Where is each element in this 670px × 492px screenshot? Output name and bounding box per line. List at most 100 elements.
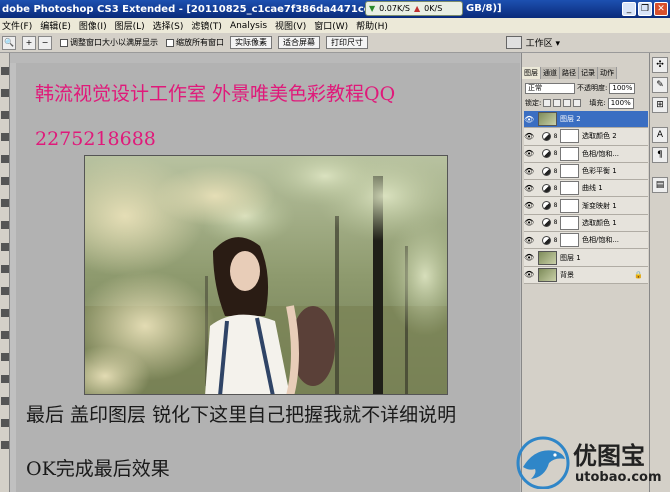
tool-icon[interactable]: [1, 441, 9, 449]
minimize-button[interactable]: _: [622, 2, 636, 16]
visibility-eye-icon[interactable]: 👁: [524, 167, 534, 176]
menu-item[interactable]: 视图(V): [275, 19, 306, 32]
visibility-eye-icon[interactable]: 👁: [524, 132, 534, 141]
menu-item[interactable]: 图层(L): [115, 19, 145, 32]
layer-row[interactable]: 👁 8 选取颜色 1: [524, 214, 648, 233]
lock-all-icon[interactable]: [573, 99, 582, 107]
tool-icon[interactable]: [1, 177, 9, 185]
restore-button[interactable]: ❐: [638, 2, 652, 16]
layer-mask-thumbnail[interactable]: [560, 146, 579, 161]
menu-item[interactable]: Analysis: [230, 21, 267, 31]
fill-input[interactable]: 100%: [607, 97, 634, 109]
menu-item[interactable]: 选择(S): [153, 19, 184, 32]
layer-row[interactable]: 👁 8 色彩平衡 1: [524, 162, 648, 181]
close-button[interactable]: ✕: [654, 2, 668, 16]
actual-pixels-button[interactable]: 实际像素: [230, 36, 272, 49]
tool-icon[interactable]: [1, 309, 9, 317]
link-chain-icon[interactable]: 8: [553, 202, 558, 209]
navigator-icon[interactable]: ✣: [652, 57, 668, 73]
clone-icon[interactable]: ⊞: [652, 97, 668, 113]
visibility-eye-icon[interactable]: 👁: [524, 115, 534, 124]
visibility-eye-icon[interactable]: 👁: [524, 218, 534, 227]
panel-tab[interactable]: 图层: [522, 67, 541, 79]
tool-icon[interactable]: [1, 67, 9, 75]
paragraph-icon[interactable]: ¶: [652, 147, 668, 163]
blend-mode-select[interactable]: 正常: [525, 82, 575, 94]
link-chain-icon[interactable]: 8: [553, 237, 558, 244]
layer-row[interactable]: 👁 图层 1: [524, 249, 648, 267]
menu-item[interactable]: 窗口(W): [314, 19, 348, 32]
fit-screen-button[interactable]: 适合屏幕: [278, 36, 320, 49]
layer-row[interactable]: 👁 8 曲线 1: [524, 180, 648, 198]
resize-windows-checkbox[interactable]: [60, 38, 68, 47]
visibility-eye-icon[interactable]: 👁: [524, 236, 534, 245]
layer-row[interactable]: 👁 8 色相/饱和...: [524, 232, 648, 250]
layer-row[interactable]: 👁 8 选取颜色 2: [524, 128, 648, 146]
speed-widget[interactable]: ▼ 0.07K/S ▲ 0K/S: [365, 1, 463, 16]
lock-position-icon[interactable]: [563, 99, 572, 107]
tool-icon[interactable]: [1, 287, 9, 295]
panel-tab[interactable]: 路径: [560, 67, 579, 79]
visibility-eye-icon[interactable]: 👁: [524, 149, 534, 158]
workspace-menu[interactable]: 工作区 ▾: [526, 36, 560, 49]
layer-thumbnail[interactable]: [538, 112, 557, 127]
zoom-all-checkbox[interactable]: [166, 38, 174, 47]
layer-row[interactable]: 👁 8 渐变映射 1: [524, 197, 648, 215]
menu-bar: 文件(F) 编辑(E) 图像(I) 图层(L) 选择(S) 滤镜(T) Analysis 视图…: [0, 18, 670, 33]
lock-image-icon[interactable]: [553, 99, 562, 107]
layer-mask-thumbnail[interactable]: [560, 129, 579, 144]
zoom-in-icon[interactable]: +: [22, 35, 36, 50]
link-chain-icon[interactable]: 8: [553, 185, 558, 192]
layer-mask-thumbnail[interactable]: [560, 181, 579, 196]
visibility-eye-icon[interactable]: 👁: [524, 201, 534, 210]
menu-item[interactable]: 图像(I): [79, 19, 107, 32]
layer-comps-icon[interactable]: ▤: [652, 177, 668, 193]
tool-icon[interactable]: [1, 221, 9, 229]
adjustment-layer-icon: [542, 149, 551, 159]
menu-item[interactable]: 滤镜(T): [191, 19, 222, 32]
layer-mask-thumbnail[interactable]: [560, 215, 579, 230]
tool-icon[interactable]: [1, 133, 9, 141]
panel-tab[interactable]: 记录: [579, 67, 598, 79]
tool-icon[interactable]: [1, 155, 9, 163]
layer-mask-thumbnail[interactable]: [560, 198, 579, 213]
tool-icon[interactable]: [1, 111, 9, 119]
link-chain-icon[interactable]: 8: [553, 133, 558, 140]
palette-well-icon[interactable]: [506, 36, 522, 49]
tool-icon[interactable]: [1, 353, 9, 361]
visibility-eye-icon[interactable]: 👁: [524, 184, 534, 193]
link-chain-icon[interactable]: 8: [553, 150, 558, 157]
visibility-eye-icon[interactable]: 👁: [524, 253, 534, 262]
menu-item[interactable]: 文件(F): [2, 19, 32, 32]
visibility-eye-icon[interactable]: 👁: [524, 270, 534, 279]
layer-row[interactable]: 👁 8 色相/饱和...: [524, 145, 648, 163]
layer-row[interactable]: 👁 背景 🔒: [524, 266, 648, 284]
layer-thumbnail[interactable]: [538, 267, 557, 282]
panel-tab[interactable]: 通道: [541, 67, 560, 79]
character-icon[interactable]: A: [652, 127, 668, 143]
link-chain-icon[interactable]: 8: [553, 168, 558, 175]
toolbox[interactable]: [0, 53, 10, 492]
tool-icon[interactable]: [1, 397, 9, 405]
link-chain-icon[interactable]: 8: [553, 219, 558, 226]
zoom-out-icon[interactable]: −: [38, 35, 52, 50]
tool-icon[interactable]: [1, 331, 9, 339]
tool-icon[interactable]: [1, 419, 9, 427]
lock-transparent-icon[interactable]: [543, 99, 552, 107]
opacity-input[interactable]: 100%: [609, 82, 636, 94]
menu-item[interactable]: 帮助(H): [356, 19, 388, 32]
layer-mask-thumbnail[interactable]: [560, 233, 579, 248]
panel-tab[interactable]: 动作: [598, 67, 617, 79]
zoom-tool-icon[interactable]: 🔍: [2, 35, 16, 50]
tool-icon[interactable]: [1, 199, 9, 207]
print-size-button[interactable]: 打印尺寸: [326, 36, 368, 49]
layer-thumbnail[interactable]: [538, 250, 557, 265]
tool-icon[interactable]: [1, 243, 9, 251]
menu-item[interactable]: 编辑(E): [40, 19, 71, 32]
tool-icon[interactable]: [1, 265, 9, 273]
tool-icon[interactable]: [1, 89, 9, 97]
brush-icon[interactable]: ✎: [652, 77, 668, 93]
layer-mask-thumbnail[interactable]: [560, 164, 579, 179]
tool-icon[interactable]: [1, 375, 9, 383]
layer-row[interactable]: 👁 图层 2: [524, 111, 648, 129]
